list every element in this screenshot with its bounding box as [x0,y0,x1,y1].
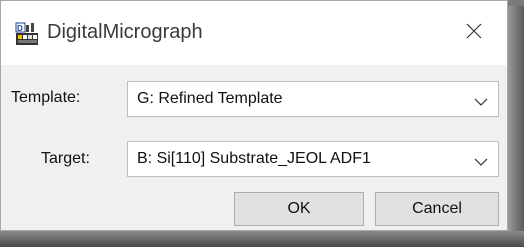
chevron-down-icon [474,154,488,166]
close-button[interactable] [451,15,497,51]
target-dropdown[interactable]: B: Si[110] Substrate_JEOL ADF1 [127,141,499,177]
target-dropdown-value: B: Si[110] Substrate_JEOL ADF1 [137,150,371,167]
cancel-button[interactable]: Cancel [375,192,499,226]
window-title: DigitalMicrograph [47,21,203,43]
chevron-down-icon [474,94,488,106]
template-label: Template: [11,89,81,106]
svg-text:D: D [17,24,23,33]
title-bar[interactable]: D DigitalMicrograph [1,1,507,65]
window-shadow-bottom [0,231,524,247]
digitalmicrograph-app-icon: D [15,22,39,46]
close-icon [466,23,482,44]
template-dropdown-value: G: Refined Template [137,90,283,107]
dialog-body: Template: G: Refined Template Target: B:… [1,65,507,230]
dialog-window: D DigitalMicrograph Template: G: Refined… [0,0,508,231]
template-dropdown[interactable]: G: Refined Template [127,81,499,117]
ok-button[interactable]: OK [234,192,364,226]
window-shadow-right [508,6,524,247]
target-label: Target: [41,150,90,167]
